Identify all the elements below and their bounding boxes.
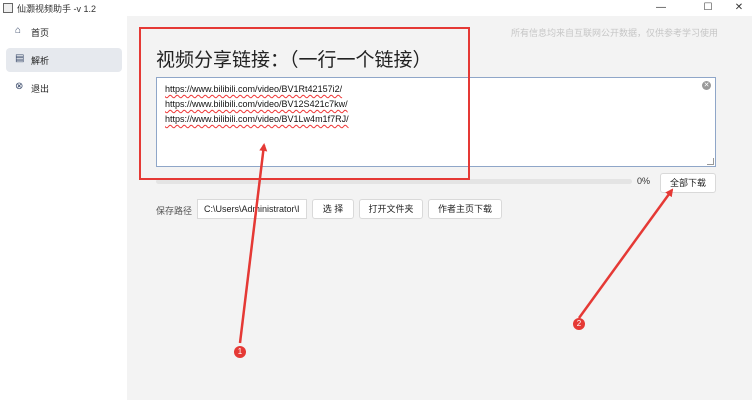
arrow-1 [238,143,268,344]
annotation-badge-1: 1 [234,346,246,358]
annotation-arrows [238,143,674,344]
annotation-badge-2: 2 [573,318,585,330]
arrow-2 [577,188,674,319]
